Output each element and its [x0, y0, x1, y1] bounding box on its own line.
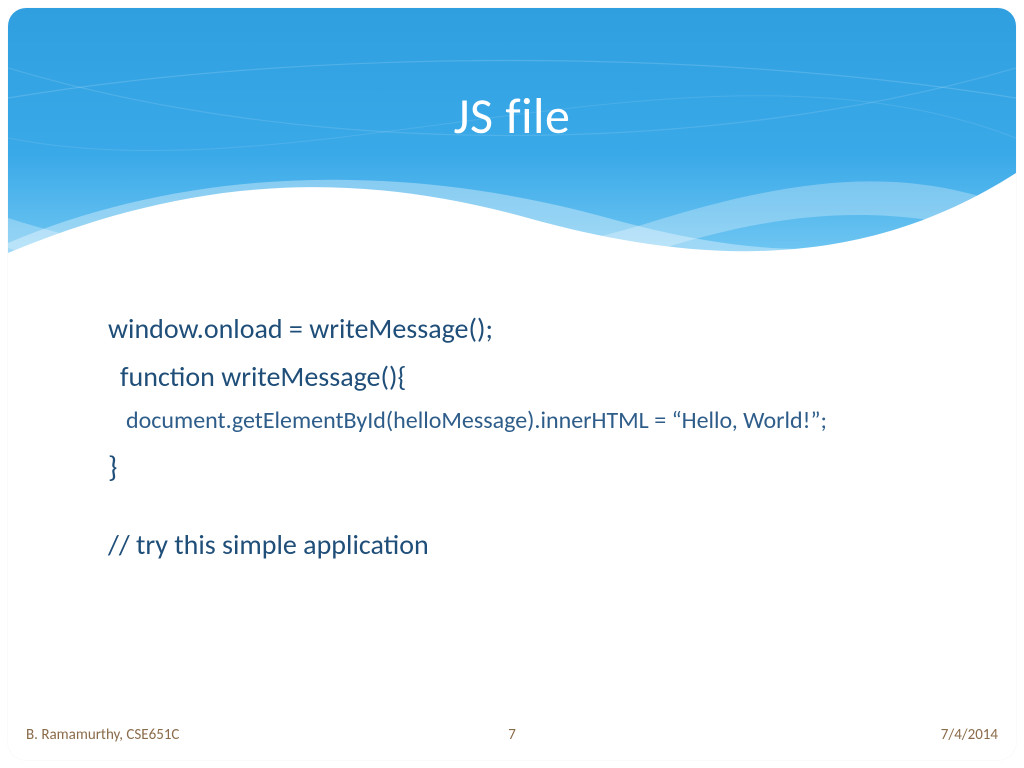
- footer-page-number: 7: [26, 726, 998, 744]
- code-line-1: window.onload = writeMessage();: [108, 308, 956, 350]
- slide: JS file window.onload = writeMessage(); …: [8, 8, 1016, 760]
- code-line-3: document.getElementById(helloMessage).in…: [108, 404, 956, 439]
- slide-body: window.onload = writeMessage(); function…: [108, 308, 956, 572]
- code-line-2: function writeMessage(){: [108, 356, 956, 398]
- code-line-4: }: [108, 445, 956, 490]
- slide-footer: B. Ramamurthy, CSE651C 7 7/4/2014: [26, 726, 998, 744]
- wave-header-bg: [8, 8, 1016, 298]
- slide-title: JS file: [8, 86, 1016, 147]
- code-line-5: // try this simple application: [108, 524, 956, 566]
- blank-line: [108, 496, 956, 524]
